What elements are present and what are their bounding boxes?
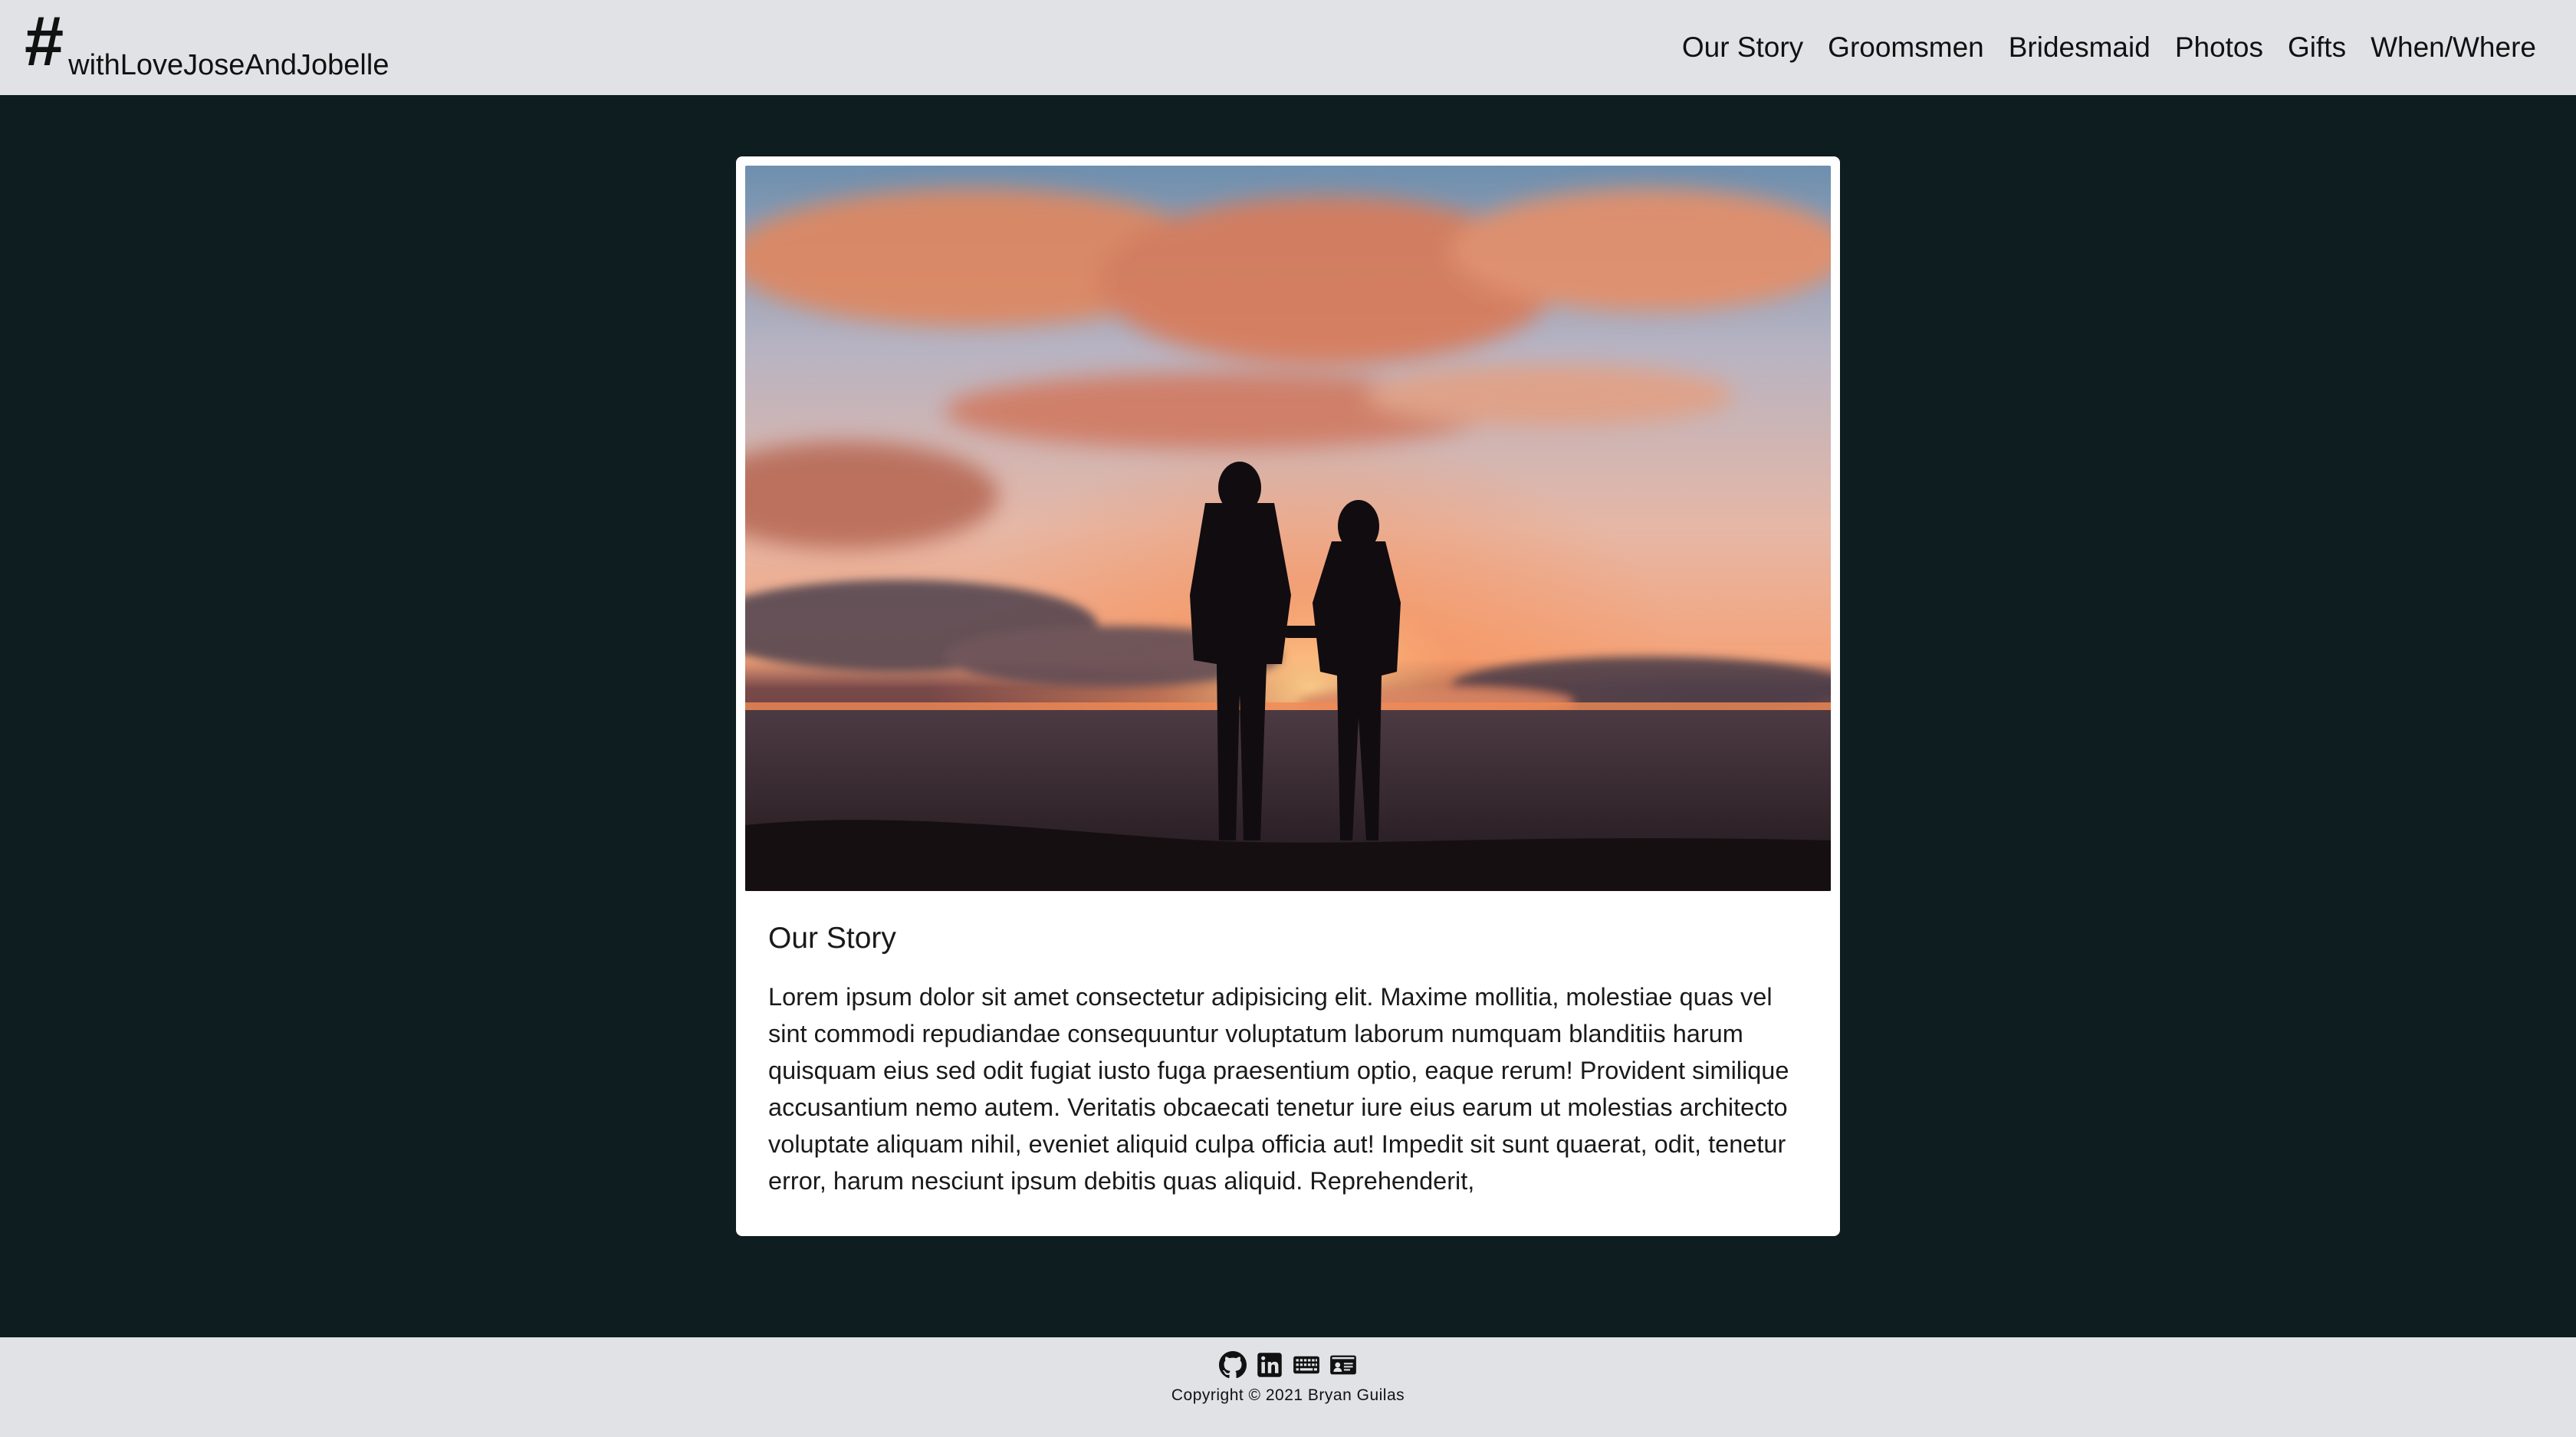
brand-hash: # — [25, 2, 64, 81]
nav-link-our-story[interactable]: Our Story — [1670, 31, 1815, 64]
card-title: Our Story — [768, 922, 896, 955]
nav-link-when-where[interactable]: When/Where — [2358, 31, 2548, 64]
nav-links: Our Story Groomsmen Bridesmaid Photos Gi… — [1670, 31, 2548, 64]
keyboard-icon[interactable] — [1293, 1351, 1320, 1379]
footer-icons — [0, 1337, 2576, 1379]
footer: Copyright © 2021 Bryan Guilas — [0, 1337, 2576, 1437]
story-card: Our Story Lorem ipsum dolor sit amet con… — [736, 156, 1840, 1236]
github-icon[interactable] — [1219, 1351, 1247, 1379]
brand-logo[interactable]: # withLoveJoseAndJobelle — [25, 6, 389, 83]
nav-link-photos[interactable]: Photos — [2163, 31, 2275, 64]
copyright-text: Copyright © 2021 Bryan Guilas — [1171, 1386, 1405, 1404]
card-text: Lorem ipsum dolor sit amet consectetur a… — [768, 983, 1789, 1195]
navbar: # withLoveJoseAndJobelle Our Story Groom… — [0, 0, 2576, 95]
brand-text: withLoveJoseAndJobelle — [68, 49, 389, 81]
nav-link-gifts[interactable]: Gifts — [2275, 31, 2358, 64]
linkedin-icon[interactable] — [1256, 1351, 1283, 1379]
couple-sunset-photo — [745, 166, 1831, 891]
nav-link-bridesmaid[interactable]: Bridesmaid — [1996, 31, 2163, 64]
card-body: Our Story Lorem ipsum dolor sit amet con… — [745, 891, 1831, 1199]
id-card-icon[interactable] — [1329, 1351, 1357, 1379]
nav-link-groomsmen[interactable]: Groomsmen — [1815, 31, 1996, 64]
